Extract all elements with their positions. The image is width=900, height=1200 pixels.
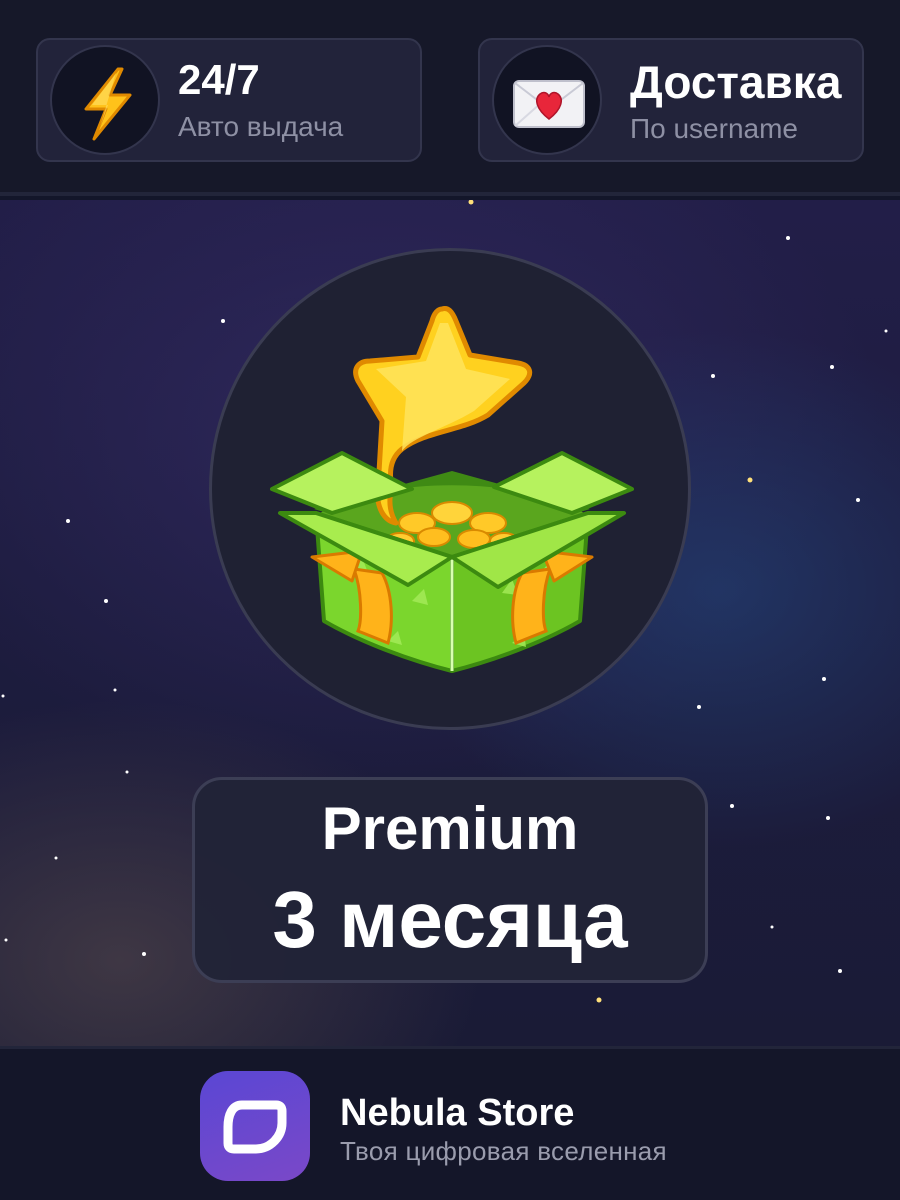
plan-name: Premium	[321, 795, 579, 862]
hero-section: Premium 3 месяца	[0, 200, 900, 1046]
feature-subtitle: Авто выдача	[178, 111, 344, 142]
store-name: Nebula Store	[340, 1092, 575, 1134]
top-bar: 24/7 Авто выдача Доставка По username	[0, 0, 900, 196]
feature-subtitle: По username	[630, 113, 798, 144]
nebula-logo-icon	[200, 1071, 310, 1181]
feature-delivery: Доставка По username	[478, 38, 864, 162]
love-letter-icon	[492, 45, 602, 155]
lightning-icon	[50, 45, 160, 155]
store-tagline: Твоя цифровая вселенная	[340, 1136, 667, 1166]
gift-box-star-icon	[270, 306, 634, 673]
plan-card: Premium 3 месяца	[192, 777, 708, 983]
product-image-frame	[209, 248, 691, 730]
plan-duration: 3 месяца	[272, 875, 628, 964]
feature-title: Доставка	[630, 56, 842, 108]
store-footer: Nebula Store Твоя цифровая вселенная	[0, 1046, 900, 1200]
feature-auto-delivery: 24/7 Авто выдача	[36, 38, 422, 162]
feature-title: 24/7	[178, 56, 260, 103]
